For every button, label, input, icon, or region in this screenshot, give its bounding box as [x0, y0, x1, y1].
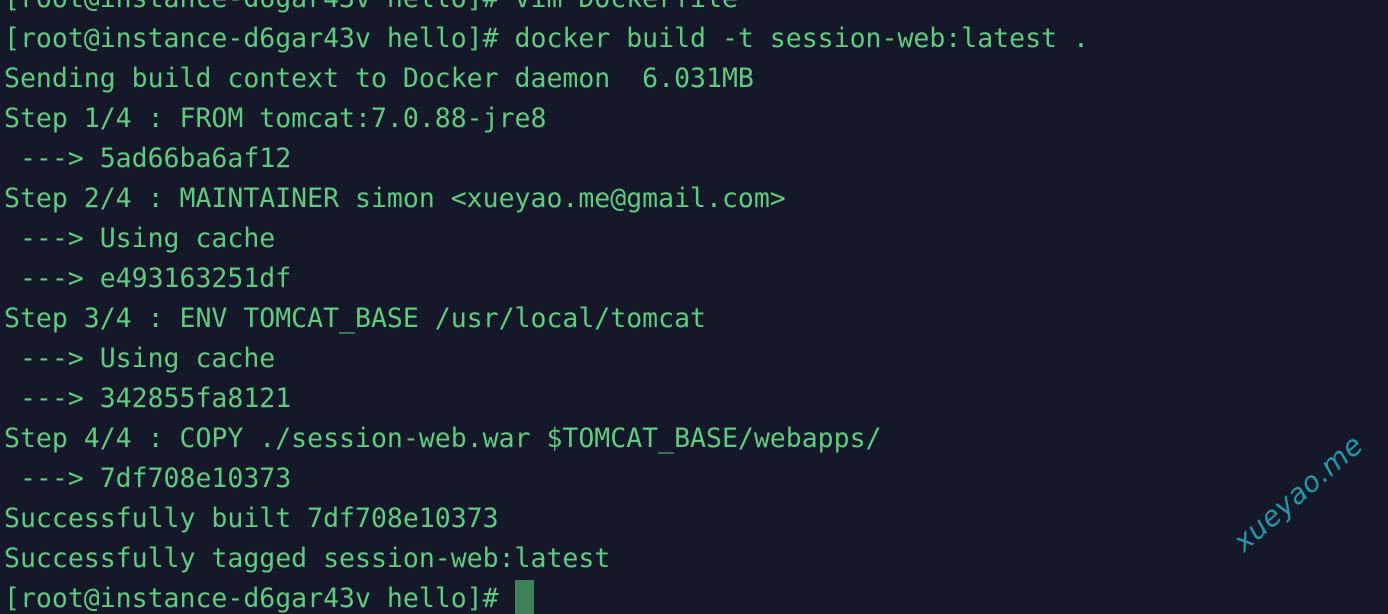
terminal-line: ---> 5ad66ba6af12 [4, 143, 292, 174]
terminal-line: ---> e493163251df [4, 263, 292, 294]
terminal-line: Successfully built 7df708e10373 [4, 503, 499, 534]
terminal-line: Sending build context to Docker daemon 6… [4, 63, 754, 94]
terminal-window[interactable]: [root@instance-d6gar43v hello]# vim Dock… [0, 0, 1388, 614]
terminal-line: ---> Using cache [4, 343, 276, 374]
terminal-line: Step 2/4 : MAINTAINER simon <xueyao.me@g… [4, 183, 786, 214]
terminal-line: [root@instance-d6gar43v hello]# vim Dock… [0, 0, 1388, 19]
terminal-line: Step 1/4 : FROM tomcat:7.0.88-jre8 [4, 103, 547, 134]
terminal-scrollback: [root@instance-d6gar43v hello]# vim Dock… [0, 0, 1388, 614]
terminal-line: ---> 342855fa8121 [4, 383, 292, 414]
terminal-line: [root@instance-d6gar43v hello]# docker b… [4, 23, 1089, 54]
text-cursor [514, 580, 534, 614]
terminal-line: Step 3/4 : ENV TOMCAT_BASE /usr/local/to… [4, 303, 706, 334]
terminal-line: Successfully tagged session-web:latest [4, 543, 611, 574]
terminal-line: ---> Using cache [4, 223, 276, 254]
terminal-active-prompt-line[interactable]: [root@instance-d6gar43v hello]# [0, 579, 1388, 614]
terminal-line: ---> 7df708e10373 [4, 463, 292, 494]
shell-prompt: [root@instance-d6gar43v hello]# [4, 583, 515, 614]
terminal-line: Step 4/4 : COPY ./session-web.war $TOMCA… [4, 423, 882, 454]
